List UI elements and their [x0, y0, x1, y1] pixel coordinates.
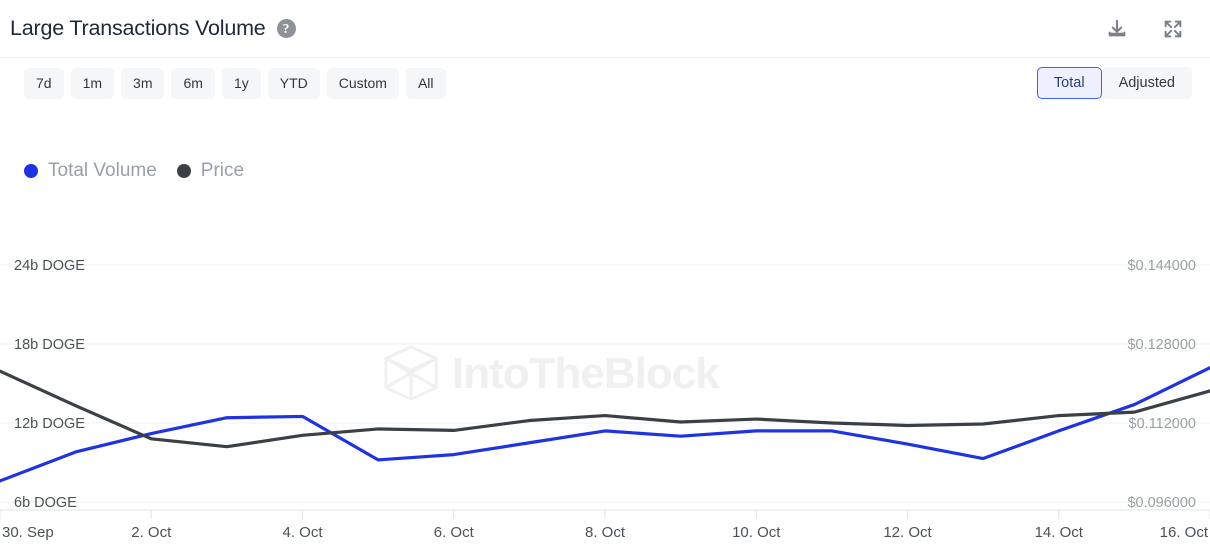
volume-mode-toggle-group: Total Adjusted	[1037, 67, 1192, 99]
series-line-price	[0, 371, 1210, 447]
x-axis-label-4: 8. Oct	[585, 524, 626, 541]
chart-controls: 7d 1m 3m 6m 1y YTD Custom All Total Adju…	[0, 58, 1210, 108]
fullscreen-expand-icon[interactable]	[1156, 12, 1190, 46]
chart-canvas[interactable]: 24b DOGE 18b DOGE 12b DOGE 6b DOGE $0.144000…	[0, 215, 1210, 554]
range-button-1y[interactable]: 1y	[222, 68, 261, 99]
toggle-button-adjusted[interactable]: Adjusted	[1102, 67, 1192, 99]
range-button-custom[interactable]: Custom	[327, 68, 399, 99]
y-axis-label-left-0: 24b DOGE	[14, 258, 85, 274]
legend-item-price[interactable]: Price	[177, 160, 244, 182]
chart-legend: Total Volume Price	[24, 160, 244, 182]
x-axis-label-1: 2. Oct	[131, 524, 172, 541]
large-transactions-volume-chart-widget: Large Transactions Volume ? 7d 1m 3m 6m …	[0, 0, 1210, 554]
range-button-1m[interactable]: 1m	[71, 68, 114, 99]
legend-label-total-volume: Total Volume	[48, 160, 157, 182]
y-axis-label-right-2: $0.112000	[1129, 416, 1196, 432]
series-line-total-volume	[0, 368, 1210, 481]
chart-plot-area: 24b DOGE 18b DOGE 12b DOGE 6b DOGE $0.144000…	[0, 215, 1210, 554]
legend-dot-price	[177, 164, 191, 178]
y-axis-label-right-0: $0.144000	[1127, 258, 1196, 274]
toggle-button-total[interactable]: Total	[1037, 67, 1102, 99]
range-button-3m[interactable]: 3m	[121, 68, 164, 99]
y-axis-label-left-2: 12b DOGE	[14, 416, 85, 432]
x-axis-label-2: 4. Oct	[282, 524, 323, 541]
y-axis-label-right-1: $0.128000	[1127, 337, 1196, 353]
widget-header: Large Transactions Volume ?	[0, 0, 1210, 58]
range-button-all[interactable]: All	[406, 68, 446, 99]
range-button-ytd[interactable]: YTD	[268, 68, 320, 99]
range-button-7d[interactable]: 7d	[24, 68, 64, 99]
x-axis-label-3: 6. Oct	[434, 524, 475, 541]
x-axis-label-5: 10. Oct	[732, 524, 781, 541]
y-axis-label-left-1: 18b DOGE	[14, 337, 85, 353]
time-range-button-group: 7d 1m 3m 6m 1y YTD Custom All	[24, 68, 446, 99]
download-icon[interactable]	[1100, 12, 1134, 46]
x-axis-label-8: 16. Oct	[1160, 524, 1209, 541]
x-axis-label-0: 30. Sep	[2, 524, 54, 541]
y-axis-label-left-3: 6b DOGE	[14, 495, 77, 511]
question-mark-icon[interactable]: ?	[277, 19, 296, 38]
y-axis-label-right-3: $0.096000	[1127, 495, 1196, 511]
legend-item-total-volume[interactable]: Total Volume	[24, 160, 157, 182]
x-axis-label-6: 12. Oct	[883, 524, 932, 541]
legend-label-price: Price	[201, 160, 244, 182]
range-button-6m[interactable]: 6m	[171, 68, 214, 99]
legend-dot-total-volume	[24, 164, 38, 178]
x-axis-label-7: 14. Oct	[1035, 524, 1084, 541]
page-title: Large Transactions Volume	[10, 16, 266, 41]
